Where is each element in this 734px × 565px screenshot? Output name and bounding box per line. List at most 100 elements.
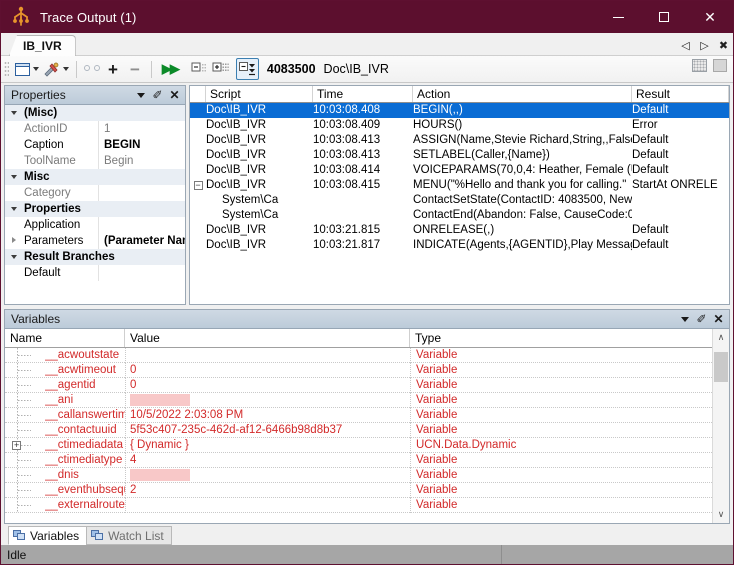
list-item[interactable]: __externalroutela Variable <box>5 498 712 513</box>
chevron-down-icon[interactable] <box>5 252 22 262</box>
properties-close-button[interactable]: ✕ <box>167 88 182 103</box>
table-row[interactable]: Doc\IB_IVR 10:03:08.413 ASSIGN(Name,Stev… <box>190 133 729 148</box>
property-category-row[interactable]: Result Branches <box>5 249 185 265</box>
variable-value-redacted[interactable] <box>125 393 410 408</box>
grid-view-icon[interactable] <box>692 59 707 72</box>
run-button[interactable]: ▶▶ <box>157 58 183 80</box>
table-row[interactable]: System\Ca ContactEnd(Abandon: False, Cau… <box>190 208 729 223</box>
list-item[interactable]: __ctimediatype 4 Variable <box>5 453 712 468</box>
property-category-row[interactable]: Properties <box>5 201 185 217</box>
tab-ib-ivr[interactable]: IB_IVR <box>9 35 76 56</box>
variables-close-button[interactable]: ✕ <box>711 312 726 327</box>
variable-value[interactable] <box>125 498 410 513</box>
list-item[interactable]: __ani Variable <box>5 393 712 408</box>
table-row[interactable]: System\Ca ContactSetState(ContactID: 408… <box>190 193 729 208</box>
trace-col-script[interactable]: Script <box>206 86 313 102</box>
variable-value[interactable]: 0 <box>125 378 410 393</box>
list-item[interactable]: __eventhubseque 2 Variable <box>5 483 712 498</box>
tab-next-icon[interactable]: ▷ <box>699 41 710 52</box>
properties-menu-button[interactable] <box>133 88 148 103</box>
add-trace-button[interactable]: + <box>102 58 124 80</box>
chevron-down-icon[interactable] <box>5 108 22 118</box>
toolbar-grip[interactable] <box>4 61 9 78</box>
chevron-right-icon[interactable] <box>5 236 22 246</box>
property-category-row[interactable]: (Misc) <box>5 105 185 121</box>
property-value[interactable]: BEGIN <box>98 137 185 153</box>
property-category-row[interactable]: Misc <box>5 169 185 185</box>
scroll-up-icon[interactable]: ∧ <box>713 329 729 346</box>
scrollbar-track[interactable] <box>713 346 729 506</box>
variable-value-redacted[interactable] <box>125 468 410 483</box>
scroll-down-icon[interactable]: ∨ <box>713 506 729 523</box>
pane-view-icon[interactable] <box>713 59 727 72</box>
variables-scrollbar[interactable]: ∧ ∨ <box>712 329 729 523</box>
variables-col-name[interactable]: Name <box>5 329 125 347</box>
close-button[interactable]: ✕ <box>687 1 733 33</box>
variables-pin-button[interactable]: ✐ <box>694 312 709 327</box>
trace-col-result[interactable]: Result <box>632 86 729 102</box>
tree-expander[interactable]: + <box>5 438 45 453</box>
tools-button[interactable] <box>41 58 71 80</box>
property-row[interactable]: Default <box>5 265 185 281</box>
property-row[interactable]: ActionID 1 <box>5 121 185 137</box>
variable-value[interactable] <box>125 348 410 363</box>
property-row-parameters[interactable]: Parameters (Parameter Name <box>5 233 185 249</box>
auto-scroll-toggle[interactable] <box>236 58 259 80</box>
list-item[interactable]: __acwoutstate Variable <box>5 348 712 363</box>
chevron-down-icon[interactable] <box>5 204 22 214</box>
property-value[interactable] <box>98 265 185 281</box>
property-row[interactable]: Application <box>5 217 185 233</box>
row-expander-collapse[interactable]: − <box>190 178 206 193</box>
tab-variables[interactable]: Variables <box>8 526 87 545</box>
variable-value[interactable]: 5f53c407-235c-462d-af12-6466b98d8b37 <box>125 423 410 438</box>
status-message: Idle <box>1 548 501 562</box>
property-row[interactable]: ToolName Begin <box>5 153 185 169</box>
property-value[interactable]: 1 <box>98 121 185 137</box>
scrollbar-thumb[interactable] <box>714 352 728 382</box>
tab-watch-list[interactable]: Watch List <box>86 526 172 545</box>
table-row[interactable]: Doc\IB_IVR 10:03:21.817 INDICATE(Agents,… <box>190 238 729 253</box>
table-row[interactable]: Doc\IB_IVR 10:03:08.408 BEGIN(,,) Defaul… <box>190 103 729 118</box>
trace-grid-body[interactable]: Doc\IB_IVR 10:03:08.408 BEGIN(,,) Defaul… <box>190 103 729 304</box>
expand-all-button[interactable] <box>210 58 231 80</box>
trace-col-action[interactable]: Action <box>413 86 632 102</box>
collapse-all-button[interactable] <box>189 58 210 80</box>
property-row[interactable]: Category <box>5 185 185 201</box>
variables-grid-body[interactable]: __acwoutstate Variable __acwtimeout <box>5 348 712 523</box>
list-item[interactable]: + __ctimediadata { Dynamic } UCN.Data.Dy… <box>5 438 712 453</box>
table-row[interactable]: Doc\IB_IVR 10:03:08.413 SETLABEL(Caller,… <box>190 148 729 163</box>
table-row[interactable]: Doc\IB_IVR 10:03:08.409 HOURS() Error <box>190 118 729 133</box>
maximize-button[interactable] <box>641 1 687 33</box>
list-item[interactable]: __callanswertime 10/5/2022 2:03:08 PM Va… <box>5 408 712 423</box>
variable-value[interactable]: 4 <box>125 453 410 468</box>
list-item[interactable]: __acwtimeout 0 Variable <box>5 363 712 378</box>
table-row[interactable]: Doc\IB_IVR 10:03:08.414 VOICEPARAMS(70,0… <box>190 163 729 178</box>
table-row[interactable]: − Doc\IB_IVR 10:03:08.415 MENU("%Hello a… <box>190 178 729 193</box>
list-item[interactable]: __agentid 0 Variable <box>5 378 712 393</box>
list-item[interactable]: __dnis Variable <box>5 468 712 483</box>
property-value[interactable]: Begin <box>98 153 185 169</box>
property-row[interactable]: Caption BEGIN <box>5 137 185 153</box>
variables-col-type[interactable]: Type <box>410 329 712 347</box>
variables-col-value[interactable]: Value <box>125 329 410 347</box>
properties-grid[interactable]: (Misc) ActionID 1 Caption BEGIN <box>5 105 185 304</box>
property-value[interactable] <box>98 217 185 233</box>
view-script-button[interactable] <box>82 58 102 80</box>
tab-close-icon[interactable]: ✖ <box>718 41 729 52</box>
tab-prev-icon[interactable]: ◁ <box>680 41 691 52</box>
remove-trace-button[interactable]: − <box>124 58 146 80</box>
chevron-down-icon[interactable] <box>5 172 22 182</box>
properties-pin-button[interactable]: ✐ <box>150 88 165 103</box>
trace-col-time[interactable]: Time <box>313 86 413 102</box>
list-item[interactable]: __contactuuid 5f53c407-235c-462d-af12-64… <box>5 423 712 438</box>
variables-menu-button[interactable] <box>677 312 692 327</box>
table-row[interactable]: Doc\IB_IVR 10:03:21.815 ONRELEASE(,) Def… <box>190 223 729 238</box>
property-value[interactable] <box>98 185 185 201</box>
variable-value[interactable]: 10/5/2022 2:03:08 PM <box>125 408 410 423</box>
minimize-button[interactable] <box>595 1 641 33</box>
variable-value[interactable]: 2 <box>125 483 410 498</box>
property-value[interactable]: (Parameter Name <box>98 233 185 249</box>
variable-value[interactable]: { Dynamic } <box>125 438 410 453</box>
window-select-button[interactable] <box>13 58 41 80</box>
variable-value[interactable]: 0 <box>125 363 410 378</box>
